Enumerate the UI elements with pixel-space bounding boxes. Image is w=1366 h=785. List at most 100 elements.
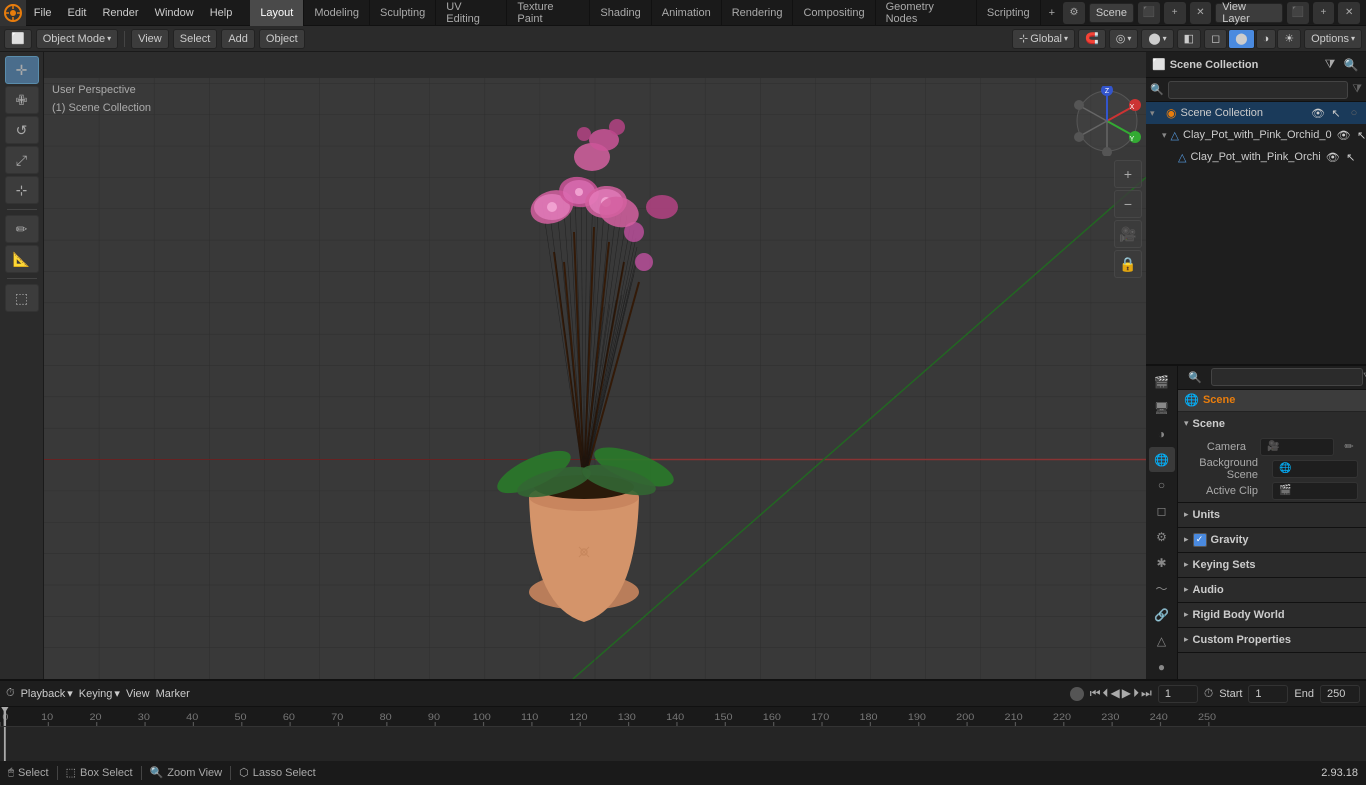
tab-sculpting[interactable]: Sculpting [370, 0, 436, 26]
rendered-preview[interactable]: ☀ [1277, 29, 1301, 49]
transform-pivot[interactable]: ⊹ Global ▾ [1012, 29, 1075, 49]
prop-tab-material[interactable]: ● [1149, 654, 1175, 679]
new-view-layer[interactable]: + [1313, 2, 1335, 24]
prop-tab-physics[interactable]: 〜 [1149, 577, 1175, 602]
tab-animation[interactable]: Animation [652, 0, 722, 26]
camera-edit-btn[interactable]: ✏ [1340, 438, 1358, 456]
navigation-gizmo[interactable]: X Y Z [1072, 86, 1142, 156]
view-menu-btn[interactable]: View [131, 29, 169, 49]
select-menu-btn[interactable]: Select [173, 29, 218, 49]
annotate-tool[interactable]: ✏ [5, 215, 39, 243]
start-frame-input[interactable]: 1 [1248, 685, 1288, 703]
object-mode-dropdown[interactable]: Object Mode ▾ [36, 29, 118, 49]
add-workspace-tab[interactable]: + [1041, 7, 1063, 19]
menu-file[interactable]: File [26, 0, 60, 26]
view-layer-selector[interactable]: View Layer [1215, 3, 1283, 23]
add-menu-btn[interactable]: Add [221, 29, 255, 49]
jump-end-btn[interactable]: ⏭ [1141, 686, 1152, 701]
menu-window[interactable]: Window [147, 0, 202, 26]
3d-viewport[interactable]: User Perspective (1) Scene Collection X … [44, 52, 1146, 679]
tab-uv-editing[interactable]: UV Editing [436, 0, 507, 26]
props-search-icon-btn[interactable]: 🔍 [1182, 366, 1208, 391]
delete-view-layer[interactable]: ✕ [1338, 2, 1360, 24]
prop-tab-constraints[interactable]: 🔗 [1149, 602, 1175, 627]
proportional-edit[interactable]: ◎ ▾ [1109, 29, 1139, 49]
tab-scripting[interactable]: Scripting [977, 0, 1041, 26]
scene-header[interactable]: 🌐 Scene [1178, 390, 1366, 412]
measure-tool[interactable]: 📐 [5, 245, 39, 273]
material-preview[interactable]: ◑ [1256, 29, 1277, 49]
gravity-checkbox[interactable] [1193, 533, 1207, 547]
transform-tool[interactable]: ⊹ [5, 176, 39, 204]
play-reverse-btn[interactable]: ◀ [1111, 686, 1120, 701]
tab-texture-paint[interactable]: Texture Paint [507, 0, 590, 26]
zoom-in-btn[interactable]: + [1114, 160, 1142, 188]
collection-hide-btn[interactable]: ○ [1346, 107, 1362, 120]
rigid-body-header[interactable]: ▸ Rigid Body World [1178, 603, 1366, 627]
interaction-mode-icon[interactable]: ⬜ [4, 29, 32, 49]
new-scene[interactable]: + [1164, 2, 1186, 24]
outliner-filter-icon[interactable]: ⧩ [1321, 56, 1339, 74]
collection-view-btn[interactable]: 👁 [1310, 107, 1326, 120]
record-btn[interactable] [1070, 687, 1084, 701]
tab-rendering[interactable]: Rendering [722, 0, 794, 26]
prop-tab-scene[interactable]: 🌐 [1149, 447, 1175, 472]
camera-value[interactable]: 🎥 [1260, 438, 1334, 456]
object-menu-btn[interactable]: Object [259, 29, 305, 49]
outliner-search-icon[interactable]: 🔍 [1342, 56, 1360, 74]
next-keyframe-btn[interactable]: ⏵ [1133, 686, 1139, 701]
active-clip-value[interactable]: 🎬 [1272, 482, 1358, 500]
solid-shading[interactable]: ⬤ [1228, 29, 1254, 49]
rotate-tool[interactable]: ↺ [5, 116, 39, 144]
tab-shading[interactable]: Shading [590, 0, 651, 26]
viewport-options[interactable]: Options ▾ [1304, 29, 1362, 49]
fps-indicator[interactable]: ⏱ [1204, 686, 1213, 701]
xray-toggle[interactable]: ◧ [1177, 29, 1201, 49]
prop-tab-modifier[interactable]: ⚙ [1149, 525, 1175, 550]
camera-view-btn[interactable]: 🎥 [1114, 220, 1142, 248]
prop-tab-world[interactable]: ○ [1149, 473, 1175, 498]
tab-compositing[interactable]: Compositing [793, 0, 875, 26]
keying-dropdown[interactable]: Keying ▾ [79, 687, 120, 700]
keying-sets-header[interactable]: ▸ Keying Sets [1178, 553, 1366, 577]
prop-tab-render[interactable]: 🎬 [1149, 370, 1175, 395]
item0-select[interactable]: ↖ [1354, 129, 1366, 142]
tab-layout[interactable]: Layout [250, 0, 304, 26]
props-search-input[interactable] [1211, 368, 1363, 386]
view-layer-options[interactable]: ⬛ [1287, 2, 1309, 24]
collection-select-btn[interactable]: ↖ [1328, 107, 1344, 120]
menu-render[interactable]: Render [94, 0, 146, 26]
tab-geometry-nodes[interactable]: Geometry Nodes [876, 0, 977, 26]
wireframe-shading[interactable]: ◻ [1204, 29, 1227, 49]
prop-tab-object[interactable]: ◻ [1149, 499, 1175, 524]
units-header[interactable]: ▸ Units [1178, 503, 1366, 527]
outliner-item-0[interactable]: ▾ △ Clay_Pot_with_Pink_Orchid_0 👁 ↖ ○ [1146, 124, 1366, 146]
current-frame-input[interactable]: 1 [1158, 685, 1198, 703]
scene-options[interactable]: ⬛ [1138, 2, 1160, 24]
play-btn[interactable]: ▶ [1122, 686, 1131, 701]
end-frame-input[interactable]: 250 [1320, 685, 1360, 703]
item1-select[interactable]: ↖ [1343, 151, 1359, 164]
timeline-track-body[interactable] [0, 727, 1366, 761]
prop-tab-data[interactable]: △ [1149, 628, 1175, 653]
prev-keyframe-btn[interactable]: ⏴ [1103, 686, 1109, 701]
outliner-search-input[interactable] [1168, 81, 1348, 99]
scale-tool[interactable]: ⤢ [5, 146, 39, 174]
delete-scene[interactable]: ✕ [1190, 2, 1212, 24]
outliner-item-1[interactable]: △ Clay_Pot_with_Pink_Orchi 👁 ↖ ○ [1146, 146, 1366, 168]
item1-hide[interactable]: ○ [1361, 151, 1366, 164]
outliner-scene-collection[interactable]: ▾ ◉ Scene Collection 👁 ↖ ○ [1146, 102, 1366, 124]
lock-camera-btn[interactable]: 🔒 [1114, 250, 1142, 278]
snap-toggle[interactable]: 🧲 [1078, 29, 1106, 49]
scene-selector[interactable]: Scene [1089, 3, 1134, 23]
jump-start-btn[interactable]: ⏮ [1090, 686, 1101, 701]
zoom-out-btn[interactable]: − [1114, 190, 1142, 218]
view-dropdown[interactable]: View [126, 688, 150, 700]
move-tool[interactable]: ✙ [5, 86, 39, 114]
show-overlay[interactable]: ⬤ ▾ [1141, 29, 1173, 49]
add-cube-tool[interactable]: ⬚ [5, 284, 39, 312]
audio-header[interactable]: ▸ Audio [1178, 578, 1366, 602]
menu-edit[interactable]: Edit [60, 0, 95, 26]
bg-scene-value[interactable]: 🌐 [1272, 460, 1358, 478]
prop-tab-view-layer[interactable]: ◑ [1149, 421, 1175, 446]
